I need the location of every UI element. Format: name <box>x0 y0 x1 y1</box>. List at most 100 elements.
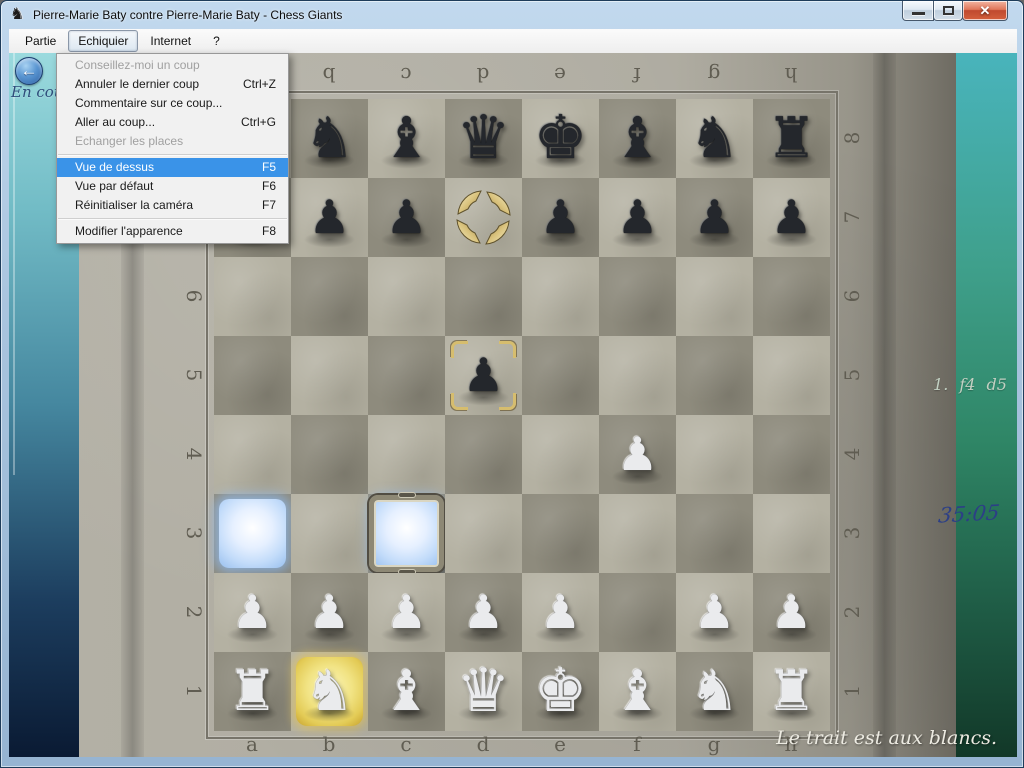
square-b4[interactable] <box>291 415 368 494</box>
menu-echiquier[interactable]: Echiquier <box>68 30 138 52</box>
piece-black-pawn-g7[interactable]: ♟ <box>676 178 753 257</box>
piece-white-knight-g1[interactable]: ♞ <box>676 652 753 731</box>
square-e3[interactable] <box>522 494 599 573</box>
square-c6[interactable] <box>368 257 445 336</box>
rank-label-right-3: 3 <box>839 518 865 548</box>
piece-black-pawn-b7[interactable]: ♟ <box>291 178 368 257</box>
square-f6[interactable] <box>599 257 676 336</box>
menu-item-conseillez-moi-un-coup[interactable]: Conseillez-moi un coup <box>57 56 288 75</box>
file-label-bottom-b: b <box>314 731 344 757</box>
piece-black-rook-h8[interactable]: ♜ <box>753 99 830 178</box>
square-h3[interactable] <box>753 494 830 573</box>
square-g4[interactable] <box>676 415 753 494</box>
square-e6[interactable] <box>522 257 599 336</box>
piece-black-king-e8[interactable]: ♚ <box>522 99 599 178</box>
square-c4[interactable] <box>368 415 445 494</box>
background-right <box>956 53 1017 757</box>
menu-bar: Partie Echiquier Internet ? <box>9 29 1017 53</box>
file-label-top-c: c <box>391 62 421 88</box>
minimize-icon <box>912 12 925 15</box>
maximize-icon <box>943 6 954 15</box>
square-h5[interactable] <box>753 336 830 415</box>
menu-partie[interactable]: Partie <box>15 30 66 52</box>
piece-black-bishop-f8[interactable]: ♝ <box>599 99 676 178</box>
square-d3[interactable] <box>445 494 522 573</box>
square-g6[interactable] <box>676 257 753 336</box>
square-e5[interactable] <box>522 336 599 415</box>
square-f5[interactable] <box>599 336 676 415</box>
back-button[interactable]: ← <box>15 57 43 85</box>
rank-label-right-7: 7 <box>839 202 865 232</box>
menu-item-modifier-l-apparence[interactable]: Modifier l'apparence F8 <box>57 222 288 241</box>
piece-white-knight-b1[interactable]: ♞ <box>291 652 368 731</box>
square-b6[interactable] <box>291 257 368 336</box>
square-h4[interactable] <box>753 415 830 494</box>
square-c3[interactable] <box>368 494 445 573</box>
piece-white-pawn-a2[interactable]: ♟ <box>214 573 291 652</box>
menu-separator <box>58 218 287 219</box>
piece-white-pawn-d2[interactable]: ♟ <box>445 573 522 652</box>
piece-black-knight-b8[interactable]: ♞ <box>291 99 368 178</box>
piece-black-pawn-f7[interactable]: ♟ <box>599 178 676 257</box>
piece-white-king-e1[interactable]: ♚ <box>522 652 599 731</box>
menu-item-echanger-les-places[interactable]: Echanger les places <box>57 132 288 151</box>
minimize-button[interactable] <box>902 1 934 21</box>
menu-item-vue-de-dessus[interactable]: Vue de dessus F5 <box>57 158 288 177</box>
menu-item-reinitialiser-la-camera[interactable]: Réinitialiser la caméra F7 <box>57 196 288 215</box>
piece-white-pawn-c2[interactable]: ♟ <box>368 573 445 652</box>
piece-black-knight-g8[interactable]: ♞ <box>676 99 753 178</box>
square-h6[interactable] <box>753 257 830 336</box>
menu-item-annuler-le-dernier-coup[interactable]: Annuler le dernier coup Ctrl+Z <box>57 75 288 94</box>
rank-label-left-3: 3 <box>181 518 207 548</box>
title-bar[interactable]: ♞ Pierre-Marie Baty contre Pierre-Marie … <box>1 1 1023 29</box>
menu-internet[interactable]: Internet <box>140 30 201 52</box>
piece-white-pawn-e2[interactable]: ♟ <box>522 573 599 652</box>
file-label-bottom-e: e <box>545 731 575 757</box>
file-label-top-d: d <box>468 62 498 88</box>
square-d4[interactable] <box>445 415 522 494</box>
piece-black-pawn-c7[interactable]: ♟ <box>368 178 445 257</box>
file-label-top-h: h <box>776 62 806 88</box>
square-g5[interactable] <box>676 336 753 415</box>
maximize-button[interactable] <box>933 1 963 21</box>
window-title: Pierre-Marie Baty contre Pierre-Marie Ba… <box>33 8 342 22</box>
square-c5[interactable] <box>368 336 445 415</box>
piece-white-pawn-b2[interactable]: ♟ <box>291 573 368 652</box>
square-f3[interactable] <box>599 494 676 573</box>
square-d7[interactable] <box>445 178 522 257</box>
file-label-top-f: f <box>622 62 652 88</box>
square-b5[interactable] <box>291 336 368 415</box>
piece-white-bishop-c1[interactable]: ♝ <box>368 652 445 731</box>
menu-separator <box>58 154 287 155</box>
piece-white-pawn-h2[interactable]: ♟ <box>753 573 830 652</box>
piece-white-pawn-g2[interactable]: ♟ <box>676 573 753 652</box>
board-grid: ♜♞♝♛♚♝♞♜♟♟♟♟♟♟♟♟♟♟♟♟♟♟♟♟♜♞♝♛♚♝♞♜ <box>214 99 830 731</box>
piece-white-bishop-f1[interactable]: ♝ <box>599 652 676 731</box>
square-e4[interactable] <box>522 415 599 494</box>
piece-black-pawn-e7[interactable]: ♟ <box>522 178 599 257</box>
piece-white-pawn-f4[interactable]: ♟ <box>599 415 676 494</box>
piece-white-rook-h1[interactable]: ♜ <box>753 652 830 731</box>
piece-black-bishop-c8[interactable]: ♝ <box>368 99 445 178</box>
piece-black-queen-d8[interactable]: ♛ <box>445 99 522 178</box>
piece-white-queen-d1[interactable]: ♛ <box>445 652 522 731</box>
square-a4[interactable] <box>214 415 291 494</box>
menu-item-vue-par-defaut[interactable]: Vue par défaut F6 <box>57 177 288 196</box>
piece-black-pawn-d5[interactable]: ♟ <box>445 336 522 415</box>
square-a3[interactable] <box>214 494 291 573</box>
menu-help[interactable]: ? <box>203 30 230 52</box>
legal-move-highlight <box>373 499 440 568</box>
square-f2[interactable] <box>599 573 676 652</box>
close-button[interactable]: ✕ <box>962 1 1008 21</box>
piece-white-rook-a1[interactable]: ♜ <box>214 652 291 731</box>
menu-item-commentaire-sur-ce-coup[interactable]: Commentaire sur ce coup... <box>57 94 288 113</box>
file-label-top-g: g <box>699 62 729 88</box>
square-a6[interactable] <box>214 257 291 336</box>
square-b3[interactable] <box>291 494 368 573</box>
piece-black-pawn-h7[interactable]: ♟ <box>753 178 830 257</box>
menu-item-aller-au-coup[interactable]: Aller au coup... Ctrl+G <box>57 113 288 132</box>
square-a5[interactable] <box>214 336 291 415</box>
square-g3[interactable] <box>676 494 753 573</box>
square-d6[interactable] <box>445 257 522 336</box>
rank-label-right-1: 1 <box>839 676 865 706</box>
